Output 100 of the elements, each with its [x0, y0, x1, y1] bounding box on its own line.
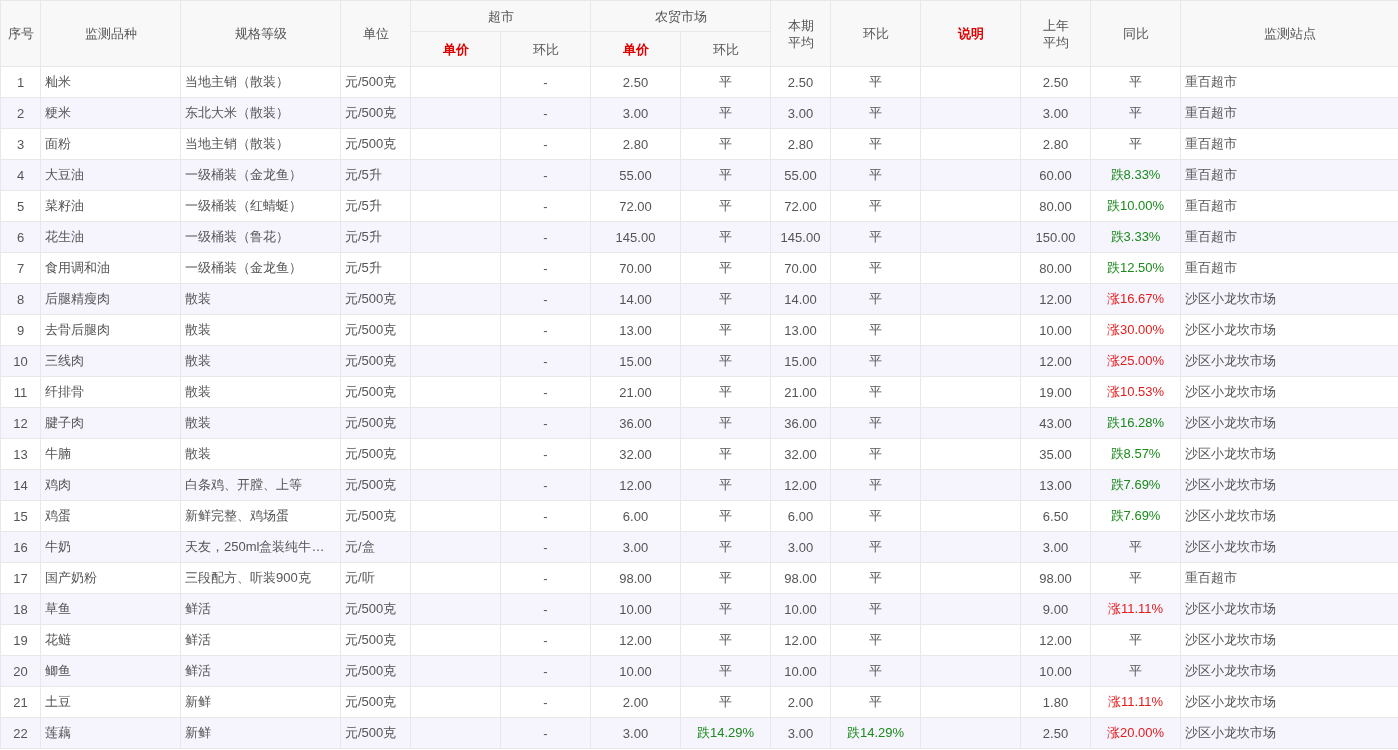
change-cell: 涨10.53%: [1090, 376, 1181, 408]
table-cell: 5: [0, 190, 41, 222]
change-cell: 平: [830, 97, 921, 129]
table-cell: 散装: [180, 407, 341, 439]
table-cell: -: [500, 252, 591, 284]
change-cell: 平: [680, 376, 771, 408]
change-cell: 平: [680, 221, 771, 253]
change-cell: 平: [680, 562, 771, 594]
column-header: 说明: [920, 0, 1021, 67]
table-cell: 145.00: [590, 221, 681, 253]
table-cell: 32.00: [770, 438, 831, 470]
table-cell: 沙区小龙坎市场: [1180, 407, 1398, 439]
change-cell: 平: [830, 221, 921, 253]
table-cell: 元/500克: [340, 655, 411, 687]
table-cell: 10.00: [770, 655, 831, 687]
table-cell: 食用调和油: [40, 252, 181, 284]
table-cell: 元/500克: [340, 593, 411, 625]
table-cell: -: [500, 283, 591, 315]
table-cell: -: [500, 376, 591, 408]
table-cell: 重百超市: [1180, 66, 1398, 98]
table-cell: 散装: [180, 283, 341, 315]
table-cell: 一级桶装（鲁花）: [180, 221, 341, 253]
table-cell: 沙区小龙坎市场: [1180, 469, 1398, 501]
table-cell: 4: [0, 159, 41, 191]
column-header: 本期平均: [770, 0, 831, 67]
table-cell: 元/听: [340, 562, 411, 594]
change-cell: 涨16.67%: [1090, 283, 1181, 315]
change-cell: 平: [680, 686, 771, 718]
table-cell: 55.00: [590, 159, 681, 191]
table-cell: 2.80: [590, 128, 681, 160]
table-cell: 鲫鱼: [40, 655, 181, 687]
table-cell: 鸡蛋: [40, 500, 181, 532]
table-cell: 元/500克: [340, 500, 411, 532]
change-cell: 平: [1090, 624, 1181, 656]
table-cell: 元/500克: [340, 717, 411, 749]
table-cell: 12.00: [1020, 624, 1091, 656]
table-cell: 新鲜完整、鸡场蛋: [180, 500, 341, 532]
table-cell: 36.00: [770, 407, 831, 439]
table-cell: 纤排骨: [40, 376, 181, 408]
table-cell: 2: [0, 97, 41, 129]
table-cell: 3.00: [1020, 531, 1091, 563]
table-cell: 1: [0, 66, 41, 98]
table-cell: 元/5升: [340, 190, 411, 222]
table-cell: 沙区小龙坎市场: [1180, 314, 1398, 346]
table-cell: 新鲜: [180, 717, 341, 749]
change-cell: 跌7.69%: [1090, 469, 1181, 501]
table-cell: -: [500, 345, 591, 377]
table-cell: 12.00: [590, 469, 681, 501]
table-cell: 元/500克: [340, 376, 411, 408]
table-cell: -: [500, 500, 591, 532]
table-cell: 重百超市: [1180, 128, 1398, 160]
table-cell: 沙区小龙坎市场: [1180, 655, 1398, 687]
table-cell: 散装: [180, 314, 341, 346]
change-cell: 平: [830, 562, 921, 594]
table-cell: 后腿精瘦肉: [40, 283, 181, 315]
table-cell: 元/盒: [340, 531, 411, 563]
table-cell: 沙区小龙坎市场: [1180, 593, 1398, 625]
table-cell: 元/5升: [340, 252, 411, 284]
table-cell: 2.80: [770, 128, 831, 160]
table-cell: 60.00: [1020, 159, 1091, 191]
table-cell: 沙区小龙坎市场: [1180, 531, 1398, 563]
table-cell: 当地主销（散装）: [180, 66, 341, 98]
table-cell: 17: [0, 562, 41, 594]
table-cell: 天友，250ml盒装纯牛…: [180, 531, 341, 563]
table-cell: 6: [0, 221, 41, 253]
table-cell: 3.00: [590, 531, 681, 563]
table-cell: 2.00: [770, 686, 831, 718]
table-cell: -: [500, 97, 591, 129]
table-cell: 元/500克: [340, 314, 411, 346]
change-cell: 跌8.57%: [1090, 438, 1181, 470]
change-cell: 平: [1090, 562, 1181, 594]
table-cell: 重百超市: [1180, 562, 1398, 594]
change-cell: 平: [680, 593, 771, 625]
table-cell: 13.00: [590, 314, 681, 346]
column-header: 单价: [590, 31, 681, 67]
table-cell: 6.00: [590, 500, 681, 532]
change-cell: 跌16.28%: [1090, 407, 1181, 439]
table-cell: 重百超市: [1180, 190, 1398, 222]
change-cell: 涨30.00%: [1090, 314, 1181, 346]
table-cell: 当地主销（散装）: [180, 128, 341, 160]
change-cell: 平: [830, 252, 921, 284]
change-cell: 平: [1090, 97, 1181, 129]
table-cell: 沙区小龙坎市场: [1180, 438, 1398, 470]
table-cell: 2.50: [770, 66, 831, 98]
change-cell: 平: [830, 66, 921, 98]
table-cell: -: [500, 314, 591, 346]
table-cell: 12.00: [1020, 345, 1091, 377]
table-cell: 元/5升: [340, 221, 411, 253]
table-cell: -: [500, 655, 591, 687]
change-cell: 平: [680, 345, 771, 377]
table-cell: 莲藕: [40, 717, 181, 749]
change-cell: 平: [680, 407, 771, 439]
table-cell: 一级桶装（金龙鱼）: [180, 252, 341, 284]
table-cell: 沙区小龙坎市场: [1180, 376, 1398, 408]
change-cell: 平: [680, 159, 771, 191]
table-cell: 70.00: [770, 252, 831, 284]
table-cell: 12.00: [770, 624, 831, 656]
column-header: 环比: [500, 31, 591, 67]
table-cell: 土豆: [40, 686, 181, 718]
table-cell: 散装: [180, 438, 341, 470]
